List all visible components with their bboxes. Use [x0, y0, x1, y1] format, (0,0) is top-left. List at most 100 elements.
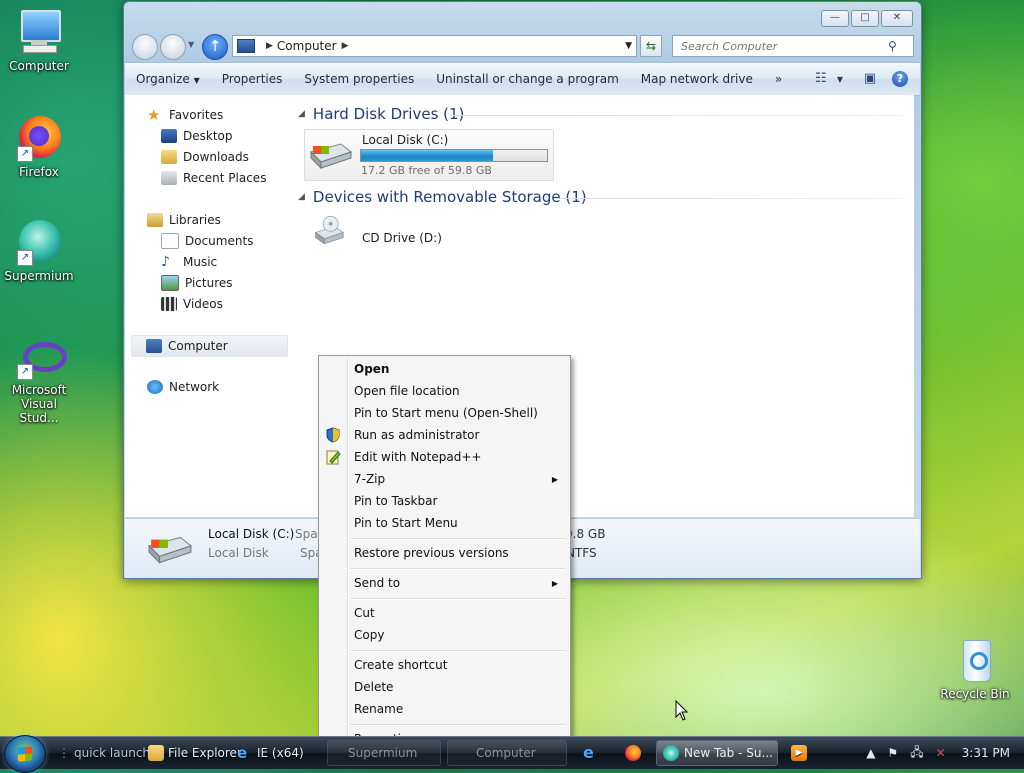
menu-item-rename[interactable]: Rename — [321, 698, 568, 720]
taskbar-ie[interactable]: e IE (x64) — [237, 743, 304, 763]
nav-label: Network — [169, 380, 220, 394]
nav-item-libraries[interactable]: Libraries — [147, 210, 221, 230]
system-properties-button[interactable]: System properties — [293, 72, 425, 86]
show-hidden-icons-button[interactable]: ▲ — [866, 746, 875, 760]
music-icon: ♪ — [161, 254, 170, 270]
properties-button[interactable]: Properties — [211, 72, 294, 86]
taskbar-button-new-tab[interactable]: New Tab - Su... — [656, 740, 778, 766]
visual-studio-icon: ↗ — [15, 332, 67, 380]
group-header-removable[interactable]: ◢ Devices with Removable Storage (1) — [298, 188, 587, 206]
menu-item-delete[interactable]: Delete — [321, 676, 568, 698]
menu-item-cut[interactable]: Cut — [321, 602, 568, 624]
nav-item-desktop[interactable]: Desktop — [161, 126, 233, 146]
folder-icon — [148, 745, 164, 761]
breadcrumb-chevron-icon[interactable]: ▶ — [266, 41, 273, 51]
start-button[interactable] — [4, 735, 46, 773]
details-name: Local Disk (C:) — [208, 527, 295, 541]
taskbar-pinned-firefox[interactable] — [625, 743, 645, 763]
drive-usage-bar — [360, 149, 548, 162]
menu-item-copy[interactable]: Copy — [321, 624, 568, 646]
clock[interactable]: 3:31 PM — [962, 746, 1010, 760]
nav-label: Desktop — [183, 129, 233, 143]
taskbar-file-explorer[interactable]: File Explorer — [148, 743, 242, 763]
views-dropdown-icon[interactable]: ▼ — [837, 75, 843, 84]
taskbar-pinned-ie[interactable]: e — [583, 743, 603, 763]
navigation-pane: ★ Favorites Desktop Downloads Recent Pla… — [125, 95, 291, 517]
desktop-icon — [161, 129, 177, 143]
views-icon[interactable]: ☷ — [812, 71, 830, 87]
up-arrow-icon[interactable]: ↑ — [202, 34, 228, 60]
shortcut-arrow-icon: ↗ — [17, 146, 33, 162]
nav-item-music[interactable]: ♪ Music — [161, 252, 217, 272]
recent-pages-dropdown-icon[interactable]: ▼ — [188, 40, 194, 49]
menu-item-7zip[interactable]: 7-Zip ▶ — [321, 468, 568, 490]
nav-item-documents[interactable]: Documents — [161, 231, 253, 251]
nav-label: Pictures — [185, 276, 233, 290]
desktop-icon-supermium[interactable]: ↗ Supermium — [1, 218, 77, 283]
organize-button[interactable]: Organize ▼ — [125, 72, 211, 86]
menu-item-open-file-location[interactable]: Open file location — [321, 380, 568, 402]
collapse-triangle-icon[interactable]: ◢ — [298, 192, 305, 202]
desktop-icon-visual-studio[interactable]: ↗ Microsoft Visual Stud... — [1, 332, 77, 425]
network-status-icon[interactable]: 🖧 — [910, 743, 923, 764]
menu-item-edit-notepadpp[interactable]: Edit with Notepad++ — [321, 446, 568, 468]
hard-drive-icon — [310, 143, 353, 170]
more-commands-button[interactable]: » — [764, 72, 793, 86]
uninstall-program-button[interactable]: Uninstall or change a program — [425, 72, 630, 86]
nav-item-pictures[interactable]: Pictures — [161, 273, 233, 293]
search-icon[interactable]: ⚲ — [888, 39, 897, 53]
quick-launch-toolbar[interactable]: ⋮ quick launch — [58, 743, 150, 763]
collapse-triangle-icon[interactable]: ◢ — [298, 109, 305, 119]
desktop-icon-firefox[interactable]: ↗ Firefox — [1, 114, 77, 179]
refresh-icon[interactable]: ⇆ — [640, 35, 662, 57]
preview-pane-icon[interactable]: ▣ — [861, 71, 879, 87]
forward-button[interactable] — [160, 34, 186, 60]
details-type: Local Disk — [208, 546, 269, 560]
shortcut-arrow-icon: ↗ — [17, 250, 33, 266]
menu-item-open[interactable]: Open — [321, 358, 568, 380]
menu-item-send-to[interactable]: Send to ▶ — [321, 572, 568, 594]
nav-item-recent-places[interactable]: Recent Places — [161, 168, 266, 188]
maximize-button[interactable]: □ — [851, 10, 879, 27]
menu-item-restore-previous-versions[interactable]: Restore previous versions — [321, 542, 568, 564]
desktop-icon-computer[interactable]: Computer — [1, 8, 77, 73]
taskbar-button-computer[interactable]: Computer — [447, 740, 567, 766]
nav-item-network[interactable]: Network — [147, 377, 219, 397]
action-center-flag-icon[interactable]: ⚑ — [887, 746, 898, 760]
menu-item-create-shortcut[interactable]: Create shortcut — [321, 654, 568, 676]
back-button[interactable] — [132, 34, 158, 60]
taskbar-button-supermium[interactable]: Supermium — [327, 740, 441, 766]
drive-name: Local Disk (C:) — [362, 133, 449, 147]
chevron-down-icon: ▼ — [193, 76, 200, 85]
desktop-icon-recycle-bin[interactable]: Recycle Bin — [937, 636, 1013, 701]
search-input[interactable] — [679, 38, 888, 54]
menu-item-pin-to-start-menu[interactable]: Pin to Start Menu — [321, 512, 568, 534]
videos-icon — [161, 297, 177, 311]
volume-muted-icon[interactable]: ✕ — [936, 746, 946, 760]
menu-item-run-as-administrator[interactable]: Run as administrator — [321, 424, 568, 446]
taskbar-media-player[interactable]: ▶ — [791, 743, 811, 763]
breadcrumb-chevron-icon[interactable]: ▶ — [342, 41, 349, 51]
hard-drive-icon — [148, 536, 192, 564]
nav-item-downloads[interactable]: Downloads — [161, 147, 249, 167]
drive-local-disk-c[interactable]: Local Disk (C:) 17.2 GB free of 59.8 GB — [304, 129, 554, 181]
search-box[interactable]: ⚲ — [672, 35, 914, 57]
address-bar[interactable]: ▶ Computer ▶ ▼ — [232, 35, 637, 57]
close-button[interactable]: ✕ — [881, 10, 913, 27]
taskbar: ⋮ quick launch File Explorer e IE (x64) … — [0, 735, 1024, 773]
help-icon[interactable]: ? — [892, 71, 908, 87]
recycle-bin-icon — [951, 636, 999, 684]
breadcrumb-computer[interactable]: Computer — [277, 39, 337, 53]
menu-item-pin-start-open-shell[interactable]: Pin to Start menu (Open-Shell) — [321, 402, 568, 424]
minimize-button[interactable]: — — [821, 10, 849, 27]
map-network-drive-button[interactable]: Map network drive — [630, 72, 764, 86]
address-dropdown-icon[interactable]: ▼ — [625, 41, 632, 51]
group-divider — [555, 198, 905, 199]
internet-explorer-icon: e — [237, 744, 248, 762]
group-header-hard-disks[interactable]: ◢ Hard Disk Drives (1) — [298, 105, 464, 123]
nav-item-videos[interactable]: Videos — [161, 294, 223, 314]
nav-item-favorites[interactable]: ★ Favorites — [147, 105, 223, 125]
command-bar: Organize ▼ Properties System properties … — [125, 62, 920, 96]
menu-item-pin-to-taskbar[interactable]: Pin to Taskbar — [321, 490, 568, 512]
nav-item-computer[interactable]: Computer — [131, 335, 288, 357]
